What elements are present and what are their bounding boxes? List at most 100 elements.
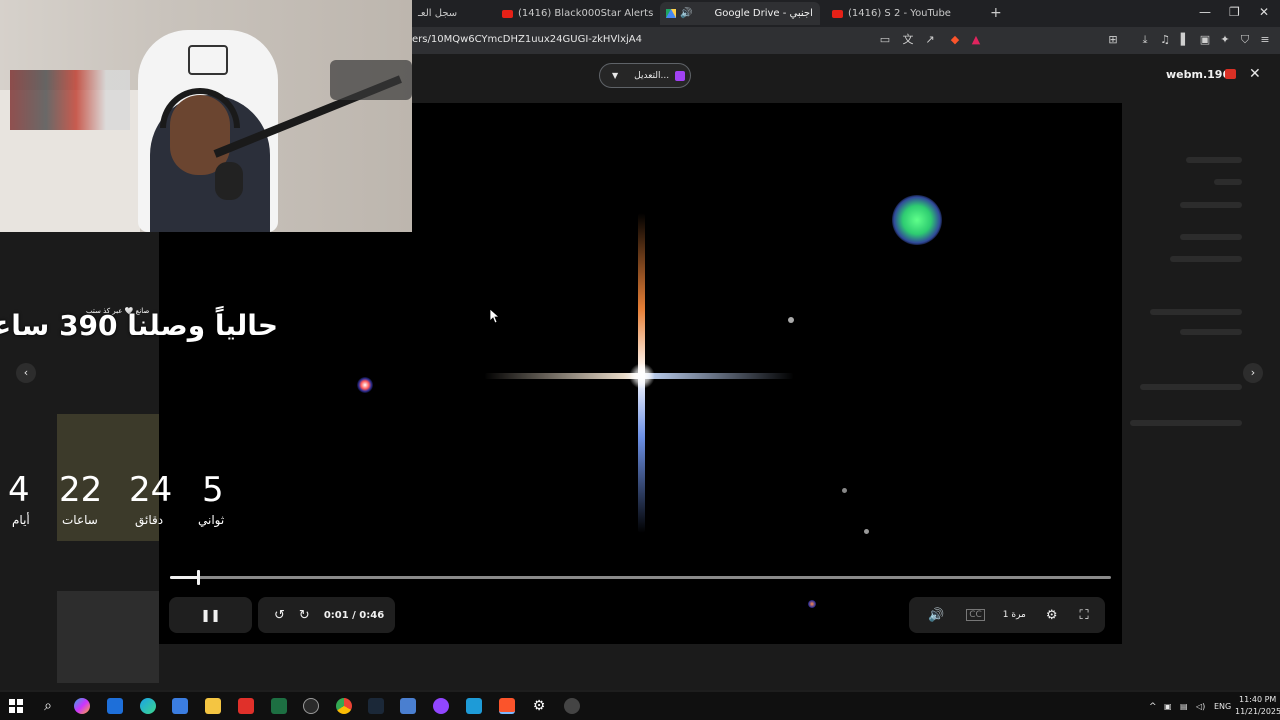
minimize-icon[interactable]: — (1199, 5, 1211, 19)
steam-icon[interactable] (368, 698, 384, 714)
hours-reached-text: حالياً وصلنا 390 ساعه (0, 309, 278, 342)
language-indicator[interactable]: ENG (1214, 702, 1231, 711)
thumbnail-placeholder (57, 591, 159, 683)
settings-icon[interactable]: ⚙ (531, 698, 547, 714)
countdown-days-label: أيام (12, 513, 30, 527)
tray-chevron-icon[interactable]: ^ (1149, 702, 1157, 712)
brave-icon[interactable] (499, 698, 515, 714)
network-icon[interactable]: ▤ (1180, 702, 1188, 711)
app-icon[interactable] (433, 698, 449, 714)
video-frame-star-core (629, 363, 655, 389)
video-frame-dot (842, 488, 847, 493)
tab-alerts[interactable]: (1416) Black000Star Alerts | بلاك ستار (496, 2, 656, 25)
settings-gear-icon[interactable]: ⚙ (1046, 608, 1058, 623)
tab-google-drive[interactable]: 🔊 Google Drive - اجنبي ✕ (660, 2, 820, 25)
edge-icon[interactable] (140, 698, 156, 714)
video-progress-thumb[interactable] (197, 570, 201, 585)
playback-speed[interactable]: 1 مرة (1003, 610, 1026, 620)
sidebar-icon[interactable]: ▌ (1178, 33, 1192, 47)
leo-ai-icon[interactable]: ✦ (1218, 33, 1232, 47)
drive-icon (666, 9, 676, 18)
video-frame-dot (808, 600, 816, 608)
countdown-seconds-label: ثواني (198, 513, 225, 527)
previous-file-button[interactable]: ‹ (16, 363, 36, 383)
edit-dropdown-button[interactable]: ▼ التعديل... (599, 63, 691, 88)
store-icon[interactable] (172, 698, 188, 714)
countdown-days: 4 (8, 470, 30, 510)
app-icon[interactable] (466, 698, 482, 714)
video-progress-bar[interactable] (170, 570, 1111, 585)
cast-icon[interactable]: ▭ (878, 33, 892, 47)
tray-icon[interactable]: ▣ (1164, 702, 1172, 711)
faded-menu-item (1180, 202, 1242, 208)
faded-menu-item (1214, 179, 1242, 185)
brave-shield-icon[interactable]: ◆ (948, 33, 962, 47)
tab-youtube[interactable]: (1416) S 2 - YouTube (826, 2, 986, 25)
faded-menu-item (1180, 234, 1242, 240)
mouse-cursor-icon (490, 309, 500, 324)
tab-title: سجل العـ (418, 8, 458, 19)
rewind-10-icon[interactable]: ↺ (274, 608, 285, 623)
tab-search-icon[interactable]: ⊞ (1106, 33, 1120, 47)
forward-10-icon[interactable]: ↻ (299, 608, 310, 623)
faded-menu-item (1140, 384, 1242, 390)
download-icon[interactable]: ⤓ (1138, 33, 1152, 47)
video-frame-green-orb (892, 195, 942, 245)
clock-time[interactable]: 11:40 PM (1239, 695, 1276, 704)
close-window-icon[interactable]: ✕ (1259, 5, 1269, 19)
volume-tray-icon[interactable]: ◁) (1196, 702, 1205, 711)
pause-icon[interactable]: ❚❚ (169, 608, 252, 622)
video-file-icon (1225, 69, 1236, 79)
wps-office-icon[interactable] (238, 698, 254, 714)
countdown-hours: 22 (59, 470, 103, 510)
tab-title: (1416) Black000Star Alerts | بلاك ستار (518, 8, 656, 19)
chrome-icon[interactable] (336, 698, 352, 714)
outlook-icon[interactable] (107, 698, 123, 714)
tab-history[interactable]: سجل العـ (412, 2, 492, 25)
brave-rewards-icon[interactable]: ▲ (969, 33, 983, 47)
video-progress-fill (170, 576, 199, 579)
countdown-seconds: 5 (202, 470, 224, 510)
restore-icon[interactable]: ❐ (1229, 5, 1240, 19)
video-frame-dot (864, 529, 869, 534)
video-frame-dot (788, 317, 794, 323)
volume-icon[interactable]: 🔊 (928, 608, 944, 623)
app-icon[interactable] (303, 698, 319, 714)
copilot-icon[interactable] (74, 698, 90, 714)
captions-icon[interactable]: CC (966, 609, 985, 621)
chair-logo (188, 45, 228, 75)
media-icon[interactable]: ♫ (1158, 33, 1172, 47)
faded-menu-item (1186, 157, 1242, 163)
windows-start-icon[interactable] (8, 698, 24, 714)
wallet-icon[interactable]: ▣ (1198, 33, 1212, 47)
file-name: webm.196 (1166, 68, 1231, 81)
video-time: 0:01 / 0:46 (323, 609, 385, 621)
file-explorer-icon[interactable] (205, 698, 221, 714)
address-bar[interactable]: ers/10MQw6CYmcDHZ1uux24GUGI-zkHVlxjA4 (412, 34, 642, 45)
fullscreen-icon[interactable]: ⛶ (1080, 608, 1089, 623)
close-preview-icon[interactable]: ✕ (1249, 66, 1261, 82)
faded-menu-item (1180, 329, 1242, 335)
microphone (215, 162, 243, 200)
countdown-hours-label: ساعات (62, 513, 98, 527)
clock-date[interactable]: 11/21/2025 (1235, 707, 1280, 716)
faded-menu-item (1130, 420, 1242, 426)
share-icon[interactable]: ↗ (923, 33, 937, 47)
search-icon[interactable]: ⌕ (40, 698, 56, 714)
faded-menu-item (1170, 256, 1242, 262)
play-pause-pill: ❚❚ (169, 597, 252, 633)
excel-icon[interactable] (271, 698, 287, 714)
tab-title: (1416) S 2 - YouTube (848, 8, 951, 19)
new-tab-button[interactable]: + (990, 5, 1002, 21)
youtube-icon (832, 9, 843, 18)
windows-taskbar (0, 692, 1280, 720)
screen: سجل العـ (1416) Black000Star Alerts | بل… (0, 0, 1280, 720)
speaker-icon[interactable]: 🔊 (680, 8, 692, 19)
menu-icon[interactable]: ≡ (1258, 33, 1272, 47)
chevron-down-icon: ▼ (612, 71, 619, 80)
vpn-app-icon[interactable] (400, 698, 416, 714)
translate-icon[interactable]: 文 (901, 33, 915, 47)
next-file-button[interactable]: › (1243, 363, 1263, 383)
vpn-icon[interactable]: ⛉ (1238, 33, 1252, 47)
media-player-icon[interactable] (564, 698, 580, 714)
